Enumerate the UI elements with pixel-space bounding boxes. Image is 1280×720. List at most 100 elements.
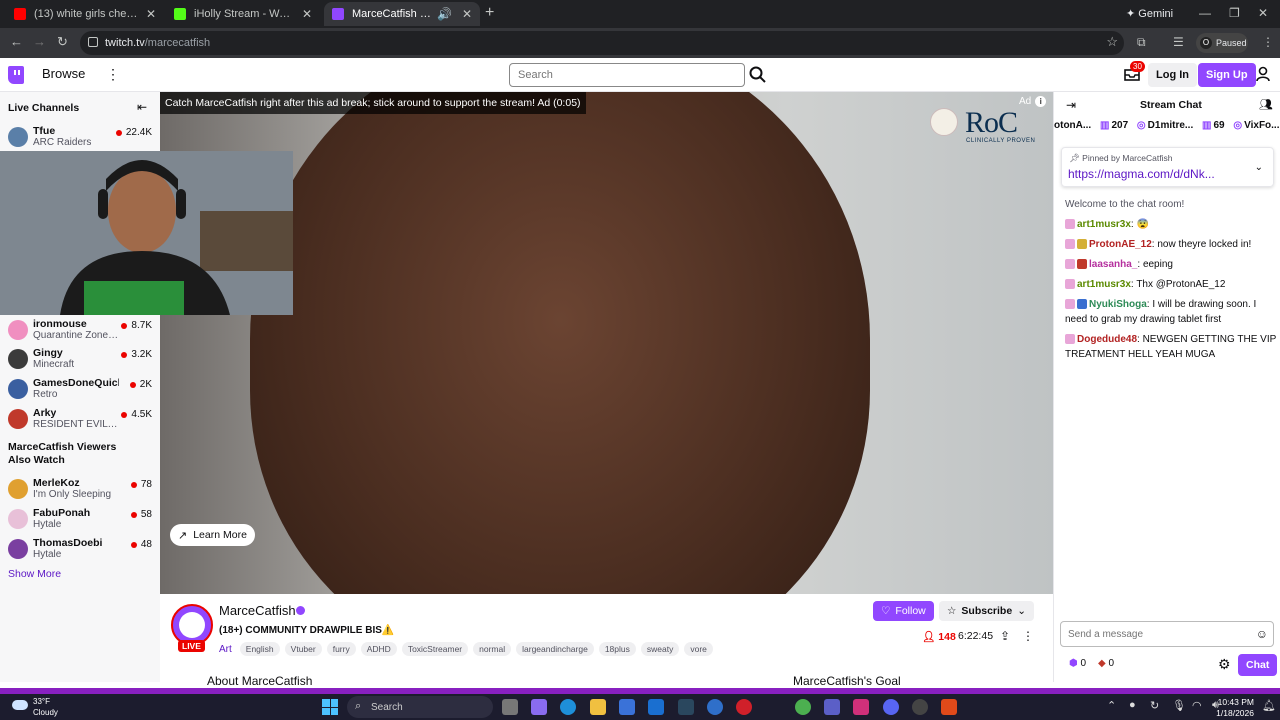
chat-username[interactable]: laasanha_ (1089, 259, 1137, 270)
user-icon[interactable] (1256, 66, 1270, 82)
chat-username[interactable]: NyukiShoga (1089, 299, 1147, 310)
tab-youtube[interactable]: (13) white girls cheat alot - You ✕ (6, 2, 164, 26)
chat-leaderboard[interactable]: otonA... ▥ 207 ◎ D1mitre... ▥ 69 ◎ VixFo... (1054, 120, 1280, 138)
bookmark-star-icon[interactable]: ☆ (1106, 34, 1118, 50)
chat-input[interactable] (1061, 622, 1273, 646)
chrome-icon[interactable] (795, 699, 811, 715)
microphone-icon[interactable]: 🎙︎ (1172, 699, 1186, 712)
discord-icon[interactable] (883, 699, 899, 715)
tag[interactable]: English (239, 642, 280, 656)
close-icon[interactable]: ✕ (462, 7, 472, 21)
video-player[interactable]: Catch MarceCatfish right after this ad b… (160, 92, 1053, 594)
tag[interactable]: ADHD (360, 642, 397, 656)
app-icon[interactable] (941, 699, 957, 715)
info-icon[interactable]: i (1035, 96, 1047, 107)
chat-settings-icon[interactable]: ⚙ (1218, 656, 1231, 673)
pinned-message[interactable]: 📌︎ Pinned by MarceCatfish https://magma.… (1061, 147, 1274, 187)
signup-button[interactable]: Sign Up (1198, 63, 1256, 87)
clock[interactable]: 10:43 PM 1/18/2026 (1214, 697, 1254, 719)
pinned-link[interactable]: https://magma.com/d/dNk... (1068, 167, 1215, 181)
speaker-icon[interactable]: 🔊 (437, 7, 452, 21)
file-explorer-icon[interactable] (590, 699, 606, 715)
chrome-menu-icon[interactable]: ⋮ (1262, 35, 1274, 49)
channel-points[interactable]: ⬢ 0 (1069, 658, 1086, 669)
new-tab-button[interactable]: + (485, 4, 494, 22)
tag[interactable]: normal (473, 642, 512, 656)
gemini-button[interactable]: ✦ Gemini (1126, 7, 1173, 20)
screen-cast-icon[interactable]: ⧉ (1137, 35, 1146, 50)
more-options-icon[interactable]: ⋮ (1022, 629, 1034, 643)
tab-kick[interactable]: iHolly Stream - Watch Live on K ✕ (166, 2, 320, 26)
edge-icon[interactable] (560, 699, 576, 715)
tag[interactable]: vore (684, 642, 713, 656)
tray-sync-icon[interactable]: ↻ (1150, 699, 1159, 712)
ad-label[interactable]: Ad i (1019, 96, 1047, 107)
chat-username[interactable]: art1musr3x (1077, 219, 1131, 230)
task-view-icon[interactable] (502, 699, 518, 715)
sidebar-channel-gamesdonequick[interactable]: GamesDoneQuick Retro 2K (0, 375, 160, 403)
back-icon[interactable]: ← (10, 34, 23, 49)
more-options-icon[interactable]: ⋮ (106, 66, 120, 83)
weather-widget[interactable]: 33°F Cloudy (33, 696, 58, 718)
login-button[interactable]: Log In (1148, 63, 1197, 87)
wifi-icon[interactable]: ◠ (1192, 699, 1202, 712)
emote-picker-icon[interactable]: ☺ (1256, 627, 1268, 641)
close-icon[interactable]: ✕ (302, 7, 312, 21)
forward-icon[interactable]: → (33, 34, 46, 49)
tag[interactable]: sweaty (640, 642, 680, 656)
share-icon[interactable]: ⇪ (1000, 629, 1010, 643)
taskbar-search[interactable]: ⌕ Search (347, 696, 493, 718)
teams-icon[interactable] (824, 699, 840, 715)
bluetooth-app-icon[interactable] (707, 699, 723, 715)
tag[interactable]: Vtuber (284, 642, 322, 656)
chat-username[interactable]: art1musr3x (1077, 279, 1131, 290)
search-icon[interactable] (748, 65, 768, 85)
sidebar-channel-tfue[interactable]: Tfue ARC Raiders 22.4K (0, 123, 160, 151)
sidebar-channel-arky[interactable]: Arky RESIDENT EVIL 7... 4.5K (0, 405, 160, 433)
copilot-icon[interactable] (531, 699, 547, 715)
bits-counter[interactable]: ◆ 0 (1098, 658, 1114, 669)
tag[interactable]: largeandincharge (516, 642, 594, 656)
steam-icon[interactable] (678, 699, 694, 715)
reload-icon[interactable]: ↻ (57, 34, 68, 50)
sidebar-channel-gingy[interactable]: Gingy Minecraft 3.2K (0, 345, 160, 373)
show-more-link[interactable]: Show More (8, 568, 61, 580)
sidebar-channel-thomasdoebi[interactable]: ThomasDoebi Hytale 48 (0, 535, 160, 563)
gta-icon[interactable] (736, 699, 752, 715)
tag[interactable]: 18plus (598, 642, 636, 656)
learn-more-button[interactable]: ↗ Learn More (170, 524, 255, 546)
chat-username[interactable]: Dogedude48 (1077, 334, 1137, 345)
restore-icon[interactable]: ❐ (1229, 6, 1240, 20)
collapse-chat-icon[interactable]: ⇥ (1066, 98, 1076, 112)
twitch-logo-icon[interactable] (8, 66, 24, 84)
sidebar-channel-ironmouse[interactable]: ironmouse Quarantine Zone:... 8.7K (0, 316, 160, 344)
minimize-icon[interactable]: — (1199, 6, 1211, 20)
tag[interactable]: ToxicStreamer (401, 642, 469, 656)
community-icon[interactable]: 👥︎ (1259, 98, 1273, 111)
collapse-sidebar-icon[interactable]: ⇤ (137, 100, 147, 114)
subscribe-button[interactable]: ☆ Subscribe ⌄ (939, 601, 1035, 621)
follow-button[interactable]: ♡ Follow (873, 601, 934, 621)
audio-app-icon[interactable] (853, 699, 869, 715)
chat-username[interactable]: ProtonAE_12 (1089, 239, 1152, 250)
close-window-icon[interactable]: ✕ (1258, 6, 1268, 20)
category-link[interactable]: Art (219, 644, 232, 655)
close-icon[interactable]: ✕ (146, 7, 156, 21)
tray-app-icon[interactable]: ● (1129, 699, 1136, 711)
sidebar-channel-fabuponah[interactable]: FabuPonah Hytale 58 (0, 505, 160, 533)
chevron-down-icon[interactable]: ⌄ (1255, 162, 1263, 173)
sidebar-channel-merlekoz[interactable]: MerleKoz I'm Only Sleeping 78 (0, 475, 160, 503)
notifications-icon[interactable]: 🔔︎ (1262, 699, 1276, 712)
chat-send-button[interactable]: Chat (1238, 654, 1278, 676)
store-icon[interactable] (619, 699, 635, 715)
browse-link[interactable]: Browse (42, 66, 85, 81)
outlook-icon[interactable] (648, 699, 664, 715)
obs-icon[interactable] (912, 699, 928, 715)
omnibox[interactable]: twitch.tv/marcecatfish ☆ (80, 31, 1124, 55)
search-input[interactable] (510, 64, 744, 86)
site-info-icon[interactable] (88, 37, 98, 47)
profile-paused-button[interactable]: O Paused (1196, 33, 1248, 53)
windows-start-icon[interactable] (322, 699, 338, 715)
channel-title-name[interactable]: MarceCatfish (219, 603, 296, 618)
media-controls-icon[interactable]: ☰ (1173, 35, 1184, 49)
